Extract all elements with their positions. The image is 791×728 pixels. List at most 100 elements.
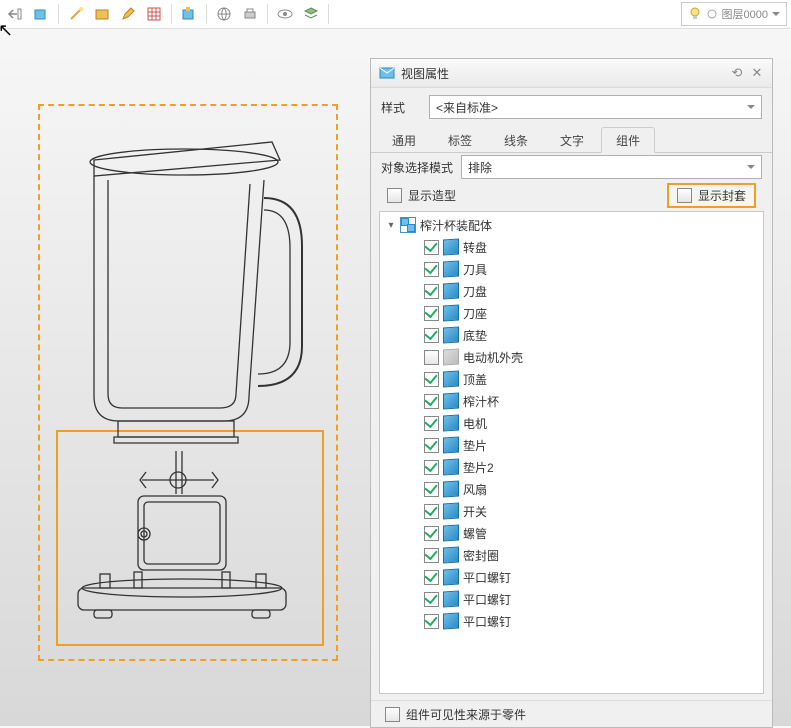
tree-item-label: 垫片: [463, 437, 487, 454]
tab-general[interactable]: 通用: [377, 127, 431, 153]
pin-icon[interactable]: ⟲: [730, 66, 744, 80]
checkbox-icon[interactable]: [424, 306, 439, 321]
tree-item[interactable]: 刀座: [380, 302, 763, 324]
tree-item[interactable]: 刀具: [380, 258, 763, 280]
tree-item-label: 刀盘: [463, 283, 487, 300]
show-envelope-check[interactable]: 显示封套: [667, 183, 756, 208]
style-value: <来自标准>: [436, 99, 498, 116]
view-properties-panel: 视图属性 ⟲ ✕ 样式 <来自标准> 通用 标签 线条 文字 组件 对象选择模式…: [370, 58, 773, 728]
tree-item[interactable]: 电机: [380, 412, 763, 434]
part-icon: [443, 348, 459, 365]
view-icon[interactable]: [274, 3, 296, 25]
tree-item-label: 密封圈: [463, 547, 499, 564]
globe-icon[interactable]: [213, 3, 235, 25]
chevron-down-icon: [747, 165, 755, 169]
grid-icon[interactable]: [143, 3, 165, 25]
panel-icon: [379, 65, 395, 81]
tree-item-label: 平口螺钉: [463, 613, 511, 630]
tree-item[interactable]: 螺管: [380, 522, 763, 544]
bulb-icon: [688, 7, 702, 21]
part-icon: [443, 414, 459, 431]
component-tree[interactable]: ▾榨汁杯装配体转盘刀具刀盘刀座底垫电动机外壳顶盖榨汁杯电机垫片垫片2 风扇开关螺管…: [379, 211, 764, 694]
tree-item[interactable]: 垫片2: [380, 456, 763, 478]
tree-item-label: 刀具: [463, 261, 487, 278]
tree-item[interactable]: 转盘: [380, 236, 763, 258]
part-icon: [443, 260, 459, 277]
tree-item[interactable]: 平口螺钉: [380, 610, 763, 632]
part-icon[interactable]: [178, 3, 200, 25]
checkbox-icon[interactable]: [424, 284, 439, 299]
checkbox-icon[interactable]: [424, 328, 439, 343]
tree-item[interactable]: 顶盖: [380, 368, 763, 390]
checkbox-icon[interactable]: [424, 438, 439, 453]
tree-item[interactable]: 垫片: [380, 434, 763, 456]
tree-item[interactable]: 平口螺钉: [380, 588, 763, 610]
tree-item-label: 平口螺钉: [463, 569, 511, 586]
part-icon: [443, 546, 459, 563]
part-icon: [443, 502, 459, 519]
checks-row: 显示造型 显示封套: [371, 181, 772, 209]
checkbox-icon[interactable]: [424, 526, 439, 541]
style-label: 样式: [381, 99, 421, 116]
wand-icon[interactable]: [65, 3, 87, 25]
footer-check[interactable]: 组件可见性来源于零件: [371, 700, 772, 727]
expander-icon[interactable]: ▾: [386, 220, 396, 231]
chevron-down-icon: [747, 105, 755, 109]
tree-item[interactable]: 底垫: [380, 324, 763, 346]
part-icon: [443, 392, 459, 409]
part-icon: [443, 370, 459, 387]
checkbox-icon[interactable]: [424, 592, 439, 607]
main-area: 视图属性 ⟲ ✕ 样式 <来自标准> 通用 标签 线条 文字 组件 对象选择模式…: [0, 28, 791, 726]
export-icon[interactable]: [4, 3, 26, 25]
box-yellow-icon[interactable]: [91, 3, 113, 25]
tree-item[interactable]: 榨汁杯: [380, 390, 763, 412]
checkbox-icon[interactable]: [424, 614, 439, 629]
part-icon: [443, 304, 459, 321]
main-toolbar: 图层0000: [0, 0, 791, 29]
layer-selector[interactable]: 图层0000: [681, 2, 787, 26]
layers-icon[interactable]: [300, 3, 322, 25]
tree-item[interactable]: 平口螺钉: [380, 566, 763, 588]
chevron-down-icon: [772, 12, 780, 16]
tree-item[interactable]: 刀盘: [380, 280, 763, 302]
style-row: 样式 <来自标准>: [371, 88, 772, 126]
tree-item-label: 风扇: [463, 481, 487, 498]
checkbox-icon[interactable]: [424, 482, 439, 497]
checkbox-icon[interactable]: [424, 570, 439, 585]
show-model-check[interactable]: 显示造型: [387, 187, 659, 204]
separator: [267, 4, 268, 24]
tree-item[interactable]: 风扇: [380, 478, 763, 500]
tab-lines[interactable]: 线条: [489, 127, 543, 153]
tree-item-label: 刀座: [463, 305, 487, 322]
tree-item-label: 垫片2: [463, 459, 494, 476]
part-icon: [443, 326, 459, 343]
tab-components[interactable]: 组件: [601, 127, 655, 153]
drawing-canvas[interactable]: [0, 28, 370, 726]
mode-label: 对象选择模式: [381, 159, 453, 176]
checkbox-icon[interactable]: [424, 548, 439, 563]
tree-item[interactable]: 密封圈: [380, 544, 763, 566]
checkbox-icon[interactable]: [424, 504, 439, 519]
style-combo[interactable]: <来自标准>: [429, 95, 762, 119]
checkbox-icon[interactable]: [424, 372, 439, 387]
part-icon: [443, 590, 459, 607]
checkbox-icon[interactable]: [424, 262, 439, 277]
mode-value: 排除: [468, 159, 492, 176]
checkbox-icon[interactable]: [424, 350, 439, 365]
tree-item[interactable]: 开关: [380, 500, 763, 522]
checkbox-icon: [387, 188, 402, 203]
mode-combo[interactable]: 排除: [461, 155, 762, 179]
print-icon[interactable]: [239, 3, 261, 25]
tab-label[interactable]: 标签: [433, 127, 487, 153]
checkbox-icon[interactable]: [424, 240, 439, 255]
cube-blue-icon[interactable]: [30, 3, 52, 25]
tree-item[interactable]: 电动机外壳: [380, 346, 763, 368]
edit-icon[interactable]: [117, 3, 139, 25]
checkbox-icon[interactable]: [424, 394, 439, 409]
checkbox-icon[interactable]: [424, 460, 439, 475]
layer-label: 图层0000: [722, 6, 768, 22]
tab-text[interactable]: 文字: [545, 127, 599, 153]
tree-root[interactable]: ▾榨汁杯装配体: [380, 214, 763, 236]
checkbox-icon[interactable]: [424, 416, 439, 431]
close-icon[interactable]: ✕: [750, 66, 764, 80]
